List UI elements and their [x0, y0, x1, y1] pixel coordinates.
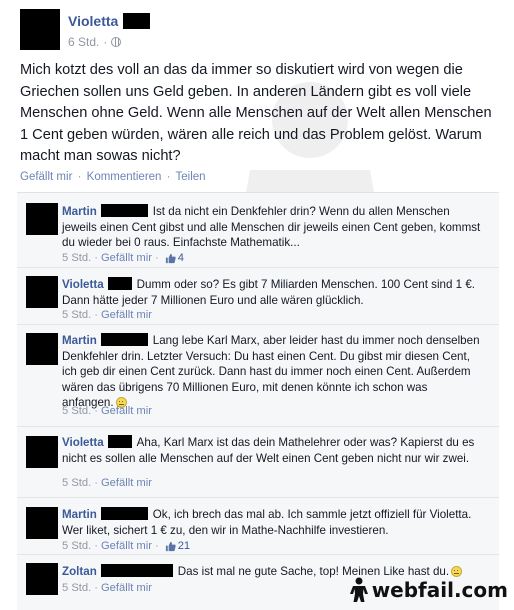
meta-separator: · — [94, 477, 98, 489]
comment-like-link[interactable]: Gefällt mir — [101, 540, 152, 552]
comment-meta: 5 Std. · Gefällt mir · 4 — [62, 252, 184, 264]
comment-divider — [17, 267, 499, 268]
comment-body: Violetta Dumm oder so? Es gibt 7 Miliarde… — [62, 277, 482, 308]
comment-body: Martin Ok, ich brech das mal ab. Ich samm… — [62, 507, 482, 538]
comment-timestamp[interactable]: 5 Std. — [62, 582, 91, 594]
comment-meta: 5 Std. · Gefällt mir — [62, 309, 152, 321]
post-text: Mich kotzt des voll an das da immer so d… — [20, 62, 492, 164]
comment-author[interactable]: Martin — [62, 205, 97, 218]
redacted-surname — [100, 564, 173, 577]
comment-like-link[interactable]: Gefällt mir — [101, 309, 152, 321]
comment-avatar[interactable] — [26, 436, 58, 468]
redacted-surname — [107, 435, 132, 448]
comment-avatar[interactable] — [26, 333, 58, 365]
redacted-surname — [100, 204, 148, 217]
post-author-avatar[interactable] — [20, 9, 60, 50]
comment-author[interactable]: Violetta — [62, 436, 104, 449]
comment-avatar[interactable] — [26, 507, 58, 539]
meta-separator: · — [94, 582, 98, 594]
comment-timestamp[interactable]: 5 Std. — [62, 309, 91, 321]
comment-timestamp[interactable]: 5 Std. — [62, 252, 91, 264]
like-count[interactable]: 4 — [165, 252, 184, 264]
comment-timestamp[interactable]: 5 Std. — [62, 540, 91, 552]
redacted-surname — [123, 13, 151, 29]
comment-timestamp[interactable]: 5 Std. — [62, 405, 91, 417]
thumbs-up-icon — [165, 541, 176, 551]
globe-icon[interactable] — [111, 37, 122, 47]
meta-separator: · — [94, 405, 98, 417]
webfail-wordmark: webfail.com — [371, 578, 508, 602]
meta-separator: · — [154, 252, 159, 264]
comment-body: Violetta Aha, Karl Marx ist das dein Math… — [62, 435, 482, 466]
like-count-value: 4 — [177, 252, 184, 264]
post-timestamp[interactable]: 6 Std. — [68, 35, 99, 49]
webfail-logo: webfail.com — [348, 577, 508, 603]
meta-separator: · — [94, 309, 98, 321]
comment-like-link[interactable]: Gefällt mir — [101, 477, 152, 489]
redacted-surname — [100, 507, 148, 520]
comment-divider — [17, 324, 499, 325]
post-author-row: Violetta — [68, 12, 151, 30]
like-count[interactable]: 21 — [165, 540, 190, 552]
action-separator: · — [166, 171, 171, 183]
like-link[interactable]: Gefällt mir — [20, 171, 72, 183]
comment-divider — [17, 554, 499, 555]
comment-avatar[interactable] — [26, 563, 58, 595]
comment-author[interactable]: Martin — [62, 508, 97, 521]
meta-separator: · — [103, 35, 108, 49]
webfail-mascot-icon — [349, 577, 368, 602]
meta-separator: · — [94, 540, 98, 552]
comment-like-link[interactable]: Gefällt mir — [101, 405, 152, 417]
comment-timestamp[interactable]: 5 Std. — [62, 477, 91, 489]
thumbs-up-icon — [165, 253, 176, 263]
comment-meta: 5 Std. · Gefällt mir — [62, 477, 152, 489]
comments-section: Martin Ist da nicht ein Denkfehler drin? … — [17, 192, 499, 610]
smiley-emoji-icon — [451, 566, 463, 577]
comment-author[interactable]: Martin — [62, 334, 97, 347]
comment-meta: 5 Std. · Gefällt mir — [62, 405, 152, 417]
comment-meta: 5 Std. · Gefällt mir — [62, 582, 152, 594]
comment-link[interactable]: Kommentieren — [87, 171, 162, 183]
post-author-name[interactable]: Violetta — [68, 13, 118, 29]
redacted-surname — [100, 333, 148, 346]
comment-avatar[interactable] — [26, 203, 58, 235]
action-separator: · — [77, 171, 82, 183]
comment-like-link[interactable]: Gefällt mir — [101, 582, 152, 594]
share-link[interactable]: Teilen — [176, 171, 206, 183]
comment-divider — [17, 426, 499, 427]
comment-body: Martin Ist da nicht ein Denkfehler drin? … — [62, 204, 482, 251]
comment-meta: 5 Std. · Gefällt mir · 21 — [62, 540, 190, 552]
comment-author[interactable]: Zoltan — [62, 565, 97, 578]
redacted-surname — [107, 277, 132, 290]
post-action-bar: Gefällt mir · Kommentieren · Teilen — [20, 171, 206, 183]
comment-avatar[interactable] — [26, 276, 58, 308]
facebook-post-screenshot: Violetta 6 Std. · Mich kotzt des voll an… — [0, 0, 514, 610]
comment-author[interactable]: Violetta — [62, 278, 104, 291]
meta-separator: · — [154, 540, 159, 552]
comment-divider — [17, 497, 499, 498]
meta-separator: · — [94, 252, 98, 264]
post-meta: 6 Std. · — [68, 35, 122, 49]
comment-like-link[interactable]: Gefällt mir — [101, 252, 152, 264]
like-count-value: 21 — [177, 540, 191, 552]
comment-body: Martin Lang lebe Karl Marx, aber leider h… — [62, 333, 482, 411]
